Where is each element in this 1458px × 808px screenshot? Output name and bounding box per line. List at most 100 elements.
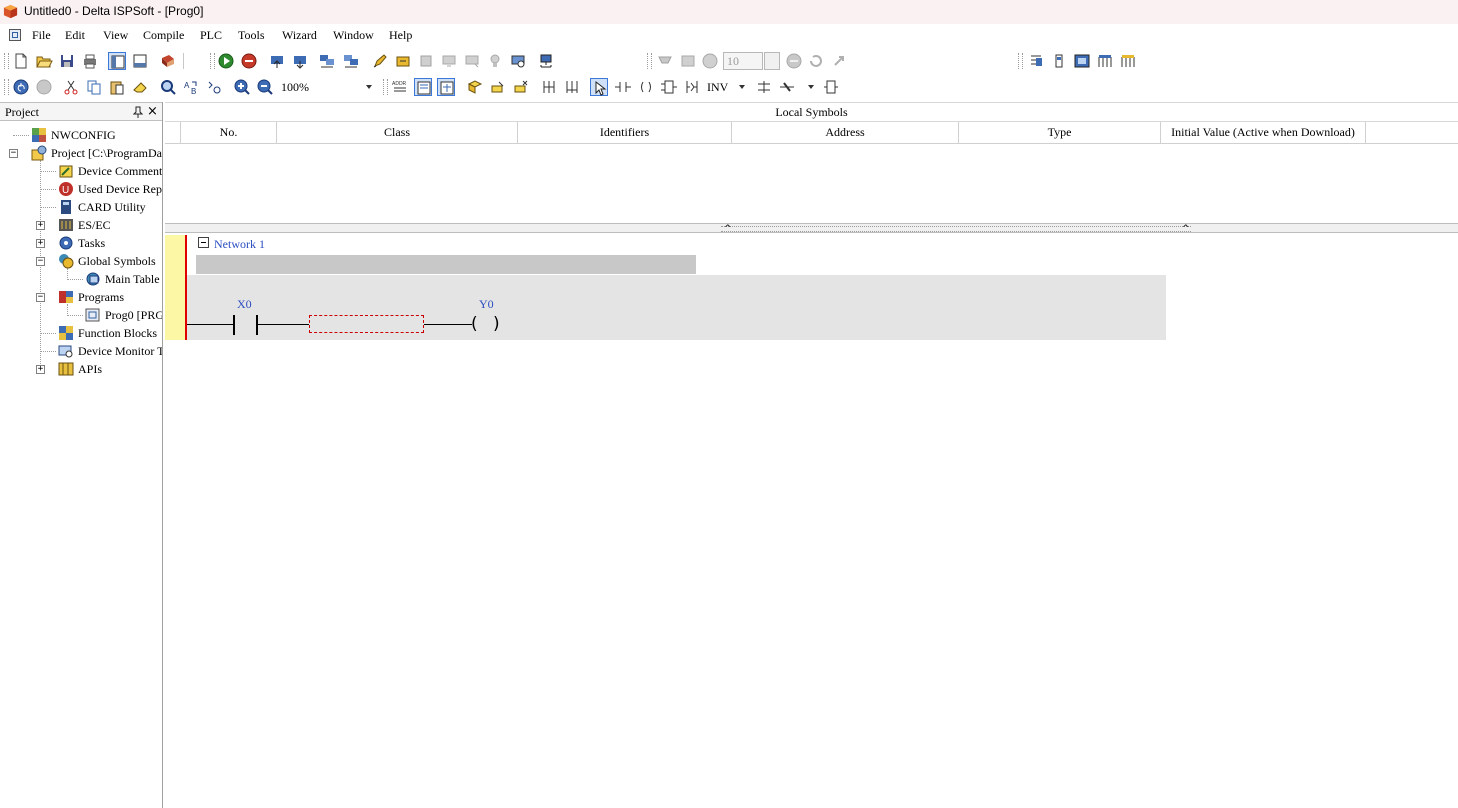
coil-right-paren[interactable]: ) [493, 315, 500, 333]
network-collapse-toggle[interactable] [198, 237, 209, 248]
project-collapse-toggle[interactable]: − [9, 149, 18, 158]
menu-view[interactable]: View [103, 28, 128, 43]
ladder-view-icon[interactable] [1027, 52, 1045, 70]
document-menu-icon[interactable] [9, 29, 21, 41]
toolbar-grip[interactable] [1018, 53, 1023, 69]
toolbar-grip[interactable] [210, 53, 215, 69]
network-icon[interactable] [537, 52, 555, 70]
column-identifiers[interactable]: Identifiers [518, 122, 732, 143]
print-icon[interactable] [81, 52, 99, 70]
api-instruction-icon[interactable] [683, 78, 701, 96]
column-class[interactable]: Class [277, 122, 518, 143]
menu-edit[interactable]: Edit [65, 28, 85, 43]
menu-wizard[interactable]: Wizard [282, 28, 317, 43]
io-table-yellow-icon[interactable] [1119, 52, 1137, 70]
menu-help[interactable]: Help [389, 28, 412, 43]
tree-item-device-comment[interactable]: Device Comment [58, 162, 162, 180]
toolbar-grip[interactable] [4, 53, 9, 69]
menu-tools[interactable]: Tools [238, 28, 265, 43]
edit-mode-icon[interactable] [371, 52, 389, 70]
scan-count-input[interactable]: 10 [723, 52, 763, 70]
coil-left-paren[interactable]: ( [471, 315, 478, 333]
contact-device-label[interactable]: X0 [237, 297, 252, 312]
network-comment[interactable] [196, 255, 696, 274]
open-folder-icon[interactable] [35, 52, 53, 70]
tree-item-used-device[interactable]: U Used Device Rep [58, 180, 162, 198]
tasks-expand-toggle[interactable]: + [36, 239, 45, 248]
programs-collapse-toggle[interactable]: − [36, 293, 45, 302]
undo-icon[interactable] [12, 78, 30, 96]
io-table-icon[interactable] [1096, 52, 1114, 70]
function-block-view-icon[interactable] [1050, 52, 1068, 70]
column-address[interactable]: Address [732, 122, 959, 143]
online-edit-icon[interactable] [394, 52, 412, 70]
inv-select[interactable]: INV [705, 78, 749, 96]
comment-delete-icon[interactable] [512, 78, 530, 96]
close-icon[interactable]: × [147, 105, 158, 118]
insert-rung-above-icon[interactable] [540, 78, 558, 96]
zoom-out-icon[interactable] [256, 78, 274, 96]
compare-upload-icon[interactable] [318, 52, 336, 70]
panel-splitter[interactable]: ^ ^ [165, 223, 1458, 234]
paste-icon[interactable] [108, 78, 126, 96]
replace-icon[interactable]: AB [182, 78, 200, 96]
comment-edit-icon[interactable] [466, 78, 484, 96]
column-type[interactable]: Type [959, 122, 1161, 143]
bracket-icon[interactable] [822, 78, 840, 96]
tree-item-nwconfig[interactable]: NWCONFIG [31, 126, 161, 144]
menu-compile[interactable]: Compile [143, 28, 184, 43]
coil-device-label[interactable]: Y0 [479, 297, 494, 312]
coil-icon[interactable] [637, 78, 655, 96]
column-initial-value[interactable]: Initial Value (Active when Download) [1161, 122, 1366, 143]
function-block-icon[interactable] [660, 78, 678, 96]
tree-item-card-utility[interactable]: CARD Utility [58, 198, 162, 216]
find-icon[interactable] [159, 78, 177, 96]
contact-no-icon[interactable] [614, 78, 632, 96]
output-view-icon[interactable] [131, 52, 149, 70]
scan-count-spinner[interactable] [764, 52, 780, 70]
column-no[interactable]: No. [181, 122, 277, 143]
show-symbol-icon[interactable] [437, 78, 455, 96]
tree-item-function-blocks[interactable]: Function Blocks [58, 324, 162, 342]
sfc-view-icon[interactable] [1073, 52, 1091, 70]
toolbar-grip[interactable] [4, 79, 9, 95]
save-icon[interactable] [58, 52, 76, 70]
zoom-in-icon[interactable] [233, 78, 251, 96]
line-type-select[interactable] [802, 78, 818, 96]
tree-item-global-symbols[interactable]: Global Symbols [58, 252, 162, 270]
download-icon[interactable] [291, 52, 309, 70]
toolbar-grip[interactable] [647, 53, 652, 69]
insert-rung-below-icon[interactable] [563, 78, 581, 96]
tree-item-programs[interactable]: Programs [58, 288, 162, 306]
book-icon[interactable] [159, 52, 177, 70]
show-comment-icon[interactable] [414, 78, 432, 96]
tree-item-project[interactable]: Project [C:\ProgramDa [31, 144, 162, 162]
tree-item-tasks[interactable]: Tasks [58, 234, 162, 252]
goto-icon[interactable] [205, 78, 223, 96]
project-view-toggle-icon[interactable] [108, 52, 126, 70]
copy-icon[interactable] [85, 78, 103, 96]
pin-icon[interactable] [133, 106, 143, 118]
tree-item-device-monitor[interactable]: Device Monitor T [58, 342, 162, 360]
cut-icon[interactable] [62, 78, 80, 96]
select-pointer-icon[interactable] [590, 78, 608, 96]
contact-right-bar[interactable] [256, 315, 258, 335]
stop-icon[interactable] [240, 52, 258, 70]
menu-window[interactable]: Window [333, 28, 374, 43]
ladder-editor[interactable]: Network 1 X0 Y0 ( ) [165, 233, 1458, 808]
edit-cursor[interactable] [309, 315, 424, 333]
compare-download-icon[interactable] [342, 52, 360, 70]
menu-plc[interactable]: PLC [200, 28, 222, 43]
contact-left-bar[interactable] [233, 315, 235, 335]
delete-line-icon[interactable] [778, 78, 796, 96]
address-comment-icon[interactable]: ADDR [391, 78, 409, 96]
tree-item-esec[interactable]: ES/EC [58, 216, 162, 234]
device-monitor-icon[interactable] [509, 52, 527, 70]
tree-item-apis[interactable]: APIs [58, 360, 162, 378]
comment-insert-icon[interactable] [489, 78, 507, 96]
new-file-icon[interactable] [12, 52, 30, 70]
menu-file[interactable]: File [32, 28, 51, 43]
zoom-select[interactable]: 100% [279, 78, 376, 96]
network-label[interactable]: Network 1 [214, 237, 265, 252]
upload-icon[interactable] [268, 52, 286, 70]
